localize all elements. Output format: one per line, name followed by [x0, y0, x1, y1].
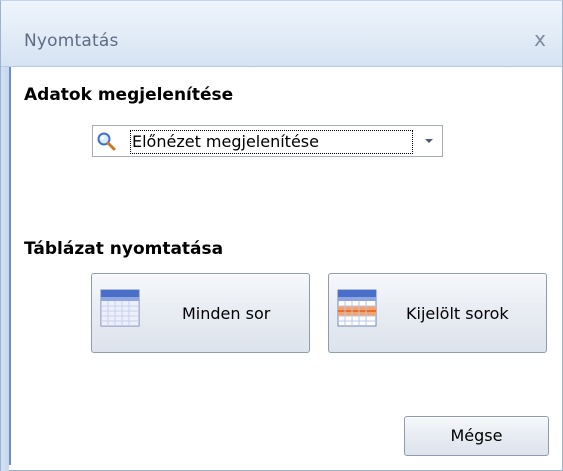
- table-selected-rows-icon: [337, 289, 377, 327]
- dropdown-selected-value: Előnézet megjelenítése: [130, 130, 413, 154]
- print-selected-rows-button[interactable]: Kijelölt sorok: [328, 273, 547, 353]
- dialog-left-edge: [1, 1, 9, 471]
- magnifier-icon: [97, 132, 116, 151]
- dialog-title: Nyomtatás: [24, 31, 119, 51]
- print-selected-rows-label: Kijelölt sorok: [406, 304, 509, 323]
- print-dialog: Nyomtatás x Adatok megjelenítése Előnéze…: [0, 0, 563, 471]
- print-all-rows-label: Minden sor: [182, 304, 271, 323]
- data-display-heading: Adatok megjelenítése: [24, 85, 234, 105]
- display-mode-dropdown[interactable]: Előnézet megjelenítése: [92, 125, 443, 157]
- table-icon: [100, 289, 140, 327]
- chevron-down-icon[interactable]: [416, 126, 442, 156]
- print-all-rows-button[interactable]: Minden sor: [91, 273, 310, 353]
- dialog-titlebar: Nyomtatás x: [1, 1, 562, 67]
- close-icon[interactable]: x: [529, 29, 551, 51]
- cancel-button[interactable]: Mégse: [404, 416, 549, 456]
- print-table-heading: Táblázat nyomtatása: [24, 239, 224, 259]
